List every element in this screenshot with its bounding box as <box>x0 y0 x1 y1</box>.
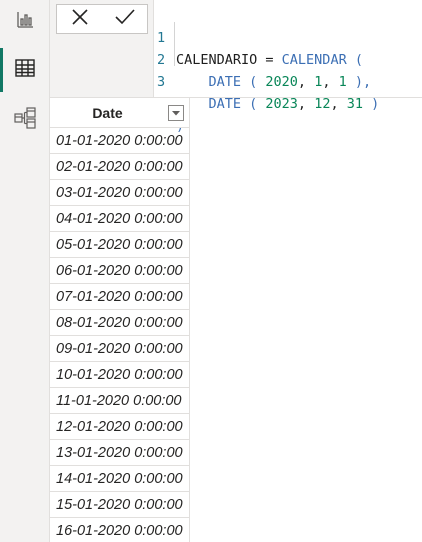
view-switcher-rail <box>0 0 50 542</box>
column-header-date[interactable]: Date <box>50 98 190 128</box>
code-token: 31 <box>346 96 363 112</box>
table-view-button[interactable] <box>0 48 50 92</box>
check-icon <box>114 7 136 31</box>
table-cell-date[interactable]: 10-01-2020 0:00:00 <box>50 362 190 388</box>
table-cell-date[interactable]: 03-01-2020 0:00:00 <box>50 180 190 206</box>
table-cell-date[interactable]: 15-01-2020 0:00:00 <box>50 492 190 518</box>
model-view-button[interactable] <box>0 98 50 142</box>
code-line-3: 3 DATE ( 2023, 12, 31 ) <box>154 49 379 112</box>
code-token: ), <box>346 74 372 90</box>
report-view-icon <box>15 10 35 34</box>
column-filter-button[interactable] <box>168 105 184 121</box>
code-token: ) <box>362 96 380 112</box>
table-view-window: 1 CALENDARIO = CALENDAR ( 2 DATE ( 2020,… <box>0 0 422 542</box>
close-icon <box>70 7 90 31</box>
code-token: , <box>297 74 315 90</box>
table-cell-date[interactable]: 14-01-2020 0:00:00 <box>50 466 190 492</box>
code-token: , <box>297 96 315 112</box>
table-cell-date[interactable]: 09-01-2020 0:00:00 <box>50 336 190 362</box>
table-cell-date[interactable]: 06-01-2020 0:00:00 <box>50 258 190 284</box>
chevron-down-icon <box>172 111 180 116</box>
code-token: 1 <box>338 74 347 90</box>
table-cell-date[interactable]: 12-01-2020 0:00:00 <box>50 414 190 440</box>
code-token: , <box>330 96 347 112</box>
formula-bar: 1 CALENDARIO = CALENDAR ( 2 DATE ( 2020,… <box>50 0 422 134</box>
code-token: CALENDAR ( <box>281 52 363 68</box>
code-token: 2023 <box>265 96 298 112</box>
table-cell-date[interactable]: 05-01-2020 0:00:00 <box>50 232 190 258</box>
table-cell-date[interactable]: 01-01-2020 0:00:00 <box>50 128 190 154</box>
commit-formula-button[interactable] <box>109 5 141 33</box>
report-view-button[interactable] <box>0 0 50 44</box>
table-view-icon <box>14 57 36 83</box>
code-token: 2020 <box>265 74 298 90</box>
table-cell-date[interactable]: 02-01-2020 0:00:00 <box>50 154 190 180</box>
code-line-4: 4 ) <box>154 71 219 134</box>
table-cell-date[interactable]: 07-01-2020 0:00:00 <box>50 284 190 310</box>
cancel-formula-button[interactable] <box>64 5 96 33</box>
column-header-label: Date <box>92 105 123 121</box>
table-cell-date[interactable]: 04-01-2020 0:00:00 <box>50 206 190 232</box>
code-line-2: 2 DATE ( 2020, 1, 1 ), <box>154 27 371 90</box>
code-token: , <box>322 74 339 90</box>
table-cell-date[interactable]: 08-01-2020 0:00:00 <box>50 310 190 336</box>
model-view-icon <box>13 106 37 134</box>
table-cell-date[interactable]: 13-01-2020 0:00:00 <box>50 440 190 466</box>
code-line-1: 1 CALENDARIO = CALENDAR ( <box>154 5 363 68</box>
table-cell-date[interactable]: 11-01-2020 0:00:00 <box>50 388 190 414</box>
dax-formula-editor[interactable]: 1 CALENDARIO = CALENDAR ( 2 DATE ( 2020,… <box>153 0 422 134</box>
formula-commit-controls <box>56 4 148 34</box>
code-token: 12 <box>314 96 331 112</box>
table-cell-date[interactable]: 16-01-2020 0:00:00 <box>50 518 190 542</box>
